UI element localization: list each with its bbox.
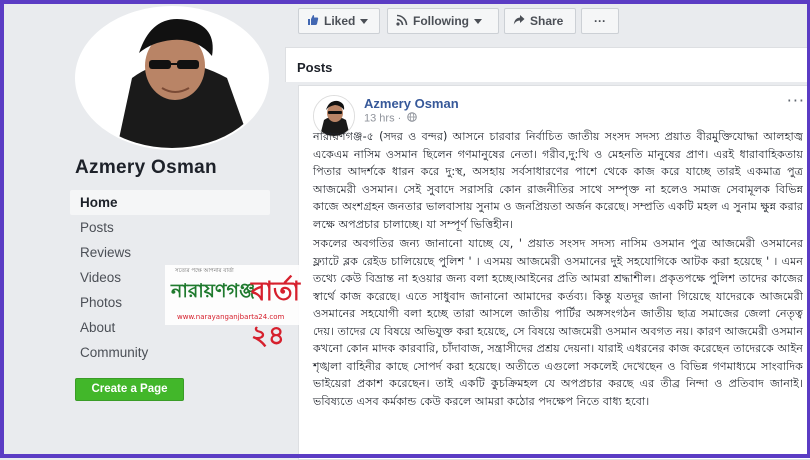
post-timestamp[interactable]: 13 hrs ·: [364, 112, 418, 125]
share-label: Share: [530, 14, 564, 28]
liked-button[interactable]: Liked: [298, 8, 380, 34]
caret-down-icon: [360, 19, 369, 25]
post-options-button[interactable]: ···: [787, 91, 805, 110]
watermark-url: www.narayanganjbarta24.com: [177, 313, 285, 321]
liked-label: Liked: [324, 14, 356, 28]
watermark-logo: সত্যের পক্ষে আপনার বার্তা নারায়ণগঞ্জ বা…: [165, 265, 310, 351]
globe-icon: [407, 112, 418, 125]
posts-section-title: Posts: [297, 60, 333, 75]
nav-item-home[interactable]: Home: [70, 190, 270, 215]
share-button[interactable]: Share: [504, 8, 576, 34]
post-card: Azmery Osman 13 hrs · ··· নারায়ণগঞ্জ-৫ …: [298, 85, 810, 460]
nav-item-community[interactable]: Community: [70, 340, 270, 365]
following-label: Following: [413, 14, 469, 28]
thumbs-up-icon: [307, 10, 319, 34]
post-paragraph: নারায়ণগঞ্জ-৫ (সদর ও বন্দর) আসনে চারবার …: [313, 130, 803, 231]
caret-down-icon: [474, 19, 482, 25]
post-author-name[interactable]: Azmery Osman: [364, 96, 459, 111]
nav-item-posts[interactable]: Posts: [70, 215, 270, 240]
profile-photo-illustration: [77, 8, 267, 148]
posts-section: Posts: [285, 47, 810, 82]
page-name[interactable]: Azmery Osman: [75, 157, 217, 179]
post-time-text: 13 hrs ·: [364, 112, 402, 125]
nav-item-reviews[interactable]: Reviews: [70, 240, 270, 265]
profile-picture[interactable]: [77, 8, 267, 148]
rss-icon: [396, 10, 408, 34]
post-body: নারায়ণগঞ্জ-৫ (সদর ও বন্দর) আসনে চারবার …: [313, 128, 803, 410]
share-arrow-icon: [513, 10, 525, 34]
following-button[interactable]: Following: [387, 8, 499, 34]
more-options-button[interactable]: ···: [581, 8, 619, 34]
watermark-left-text: নারায়ণগঞ্জ: [171, 280, 256, 302]
post-paragraph: সকলের অবগতির জন্য জানানো যাচ্ছে যে, ' প্…: [313, 237, 803, 408]
create-page-button[interactable]: Create a Page: [75, 378, 184, 401]
watermark-tagline: সত্যের পক্ষে আপনার বার্তা: [175, 268, 234, 274]
